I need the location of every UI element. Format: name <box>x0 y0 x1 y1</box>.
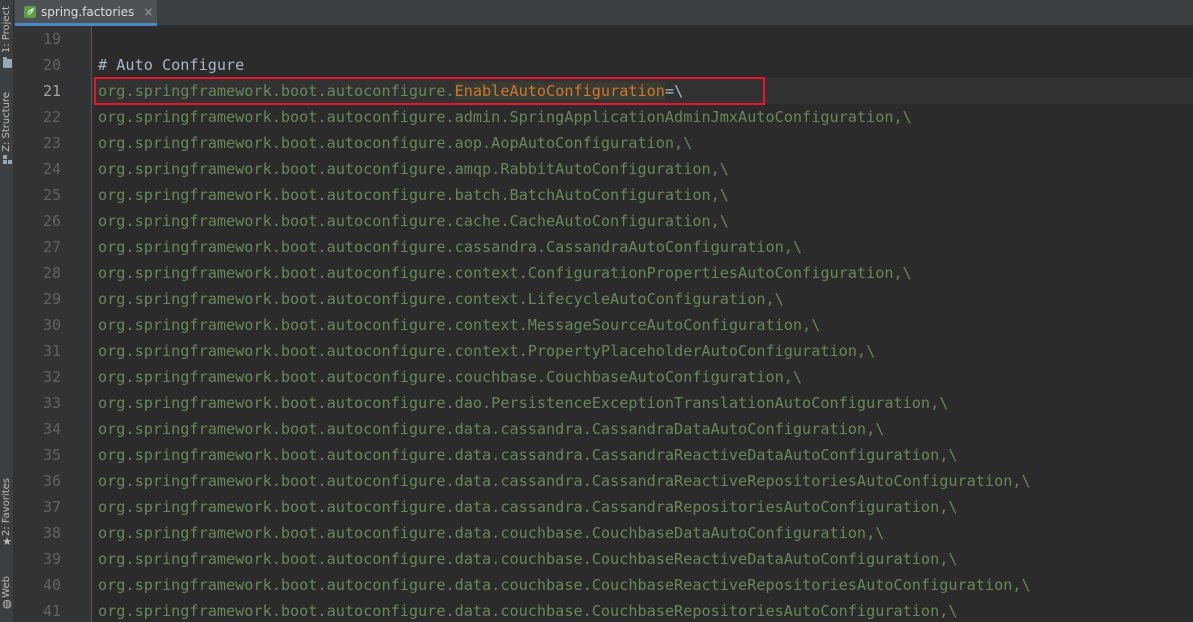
line-number: 20 <box>42 56 61 74</box>
property-key-package: org.springframework.boot.autoconfigure. <box>98 82 455 100</box>
line-number: 38 <box>42 524 61 542</box>
editor-tab-bar: spring.factories × <box>14 0 1193 26</box>
structure-icon <box>2 154 12 164</box>
line-number: 40 <box>42 576 61 594</box>
favorites-tab-label: 2: Favorites <box>1 478 12 537</box>
project-tool-tab[interactable]: 1: Project <box>0 6 14 69</box>
code-line[interactable]: org.springframework.boot.autoconfigure.d… <box>92 442 1193 468</box>
spring-leaf-icon <box>24 5 36 18</box>
code-line[interactable]: org.springframework.boot.autoconfigure.d… <box>92 468 1193 494</box>
favorites-tool-tab[interactable]: 2: Favorites ★ <box>0 478 14 547</box>
web-tool-tab[interactable]: Web ◍ <box>0 576 14 609</box>
code-line[interactable]: org.springframework.boot.autoconfigure.c… <box>92 364 1193 390</box>
code-line-empty[interactable] <box>92 26 1193 52</box>
code-line-comment[interactable]: # Auto Configure <box>92 52 1193 78</box>
code-line[interactable]: org.springframework.boot.autoconfigure.c… <box>92 208 1193 234</box>
folder-icon <box>2 57 12 69</box>
line-number: 29 <box>42 290 61 308</box>
code-line[interactable]: org.springframework.boot.autoconfigure.d… <box>92 416 1193 442</box>
code-lines[interactable]: # Auto Configure org.springframework.boo… <box>92 26 1193 622</box>
project-tab-label: 1: Project <box>1 6 12 54</box>
code-line[interactable]: org.springframework.boot.autoconfigure.a… <box>92 156 1193 182</box>
editor-tab-spring-factories[interactable]: spring.factories × <box>15 0 157 26</box>
line-number: 26 <box>42 212 61 230</box>
structure-tool-tab[interactable]: Z: Structure <box>0 92 14 164</box>
line-number: 37 <box>42 498 61 516</box>
code-line[interactable]: org.springframework.boot.autoconfigure.d… <box>92 390 1193 416</box>
code-line[interactable]: org.springframework.boot.autoconfigure.d… <box>92 520 1193 546</box>
highlighted-class-name: EnableAutoConfiguration <box>454 82 665 100</box>
code-line[interactable]: org.springframework.boot.autoconfigure.d… <box>92 494 1193 520</box>
star-icon: ★ <box>2 535 12 549</box>
line-numbers: 19 20 21 22 23 24 25 26 27 28 29 30 31 3… <box>14 26 74 622</box>
line-number: 27 <box>42 238 61 256</box>
structure-tab-label: Z: Structure <box>1 92 12 152</box>
web-tab-label: Web <box>1 576 12 598</box>
line-number: 31 <box>42 342 61 360</box>
line-number: 21 <box>42 82 61 100</box>
line-number: 19 <box>42 30 61 48</box>
code-line-enable-auto-configuration[interactable]: org.springframework.boot.autoconfigure.E… <box>92 78 1193 104</box>
code-line[interactable]: org.springframework.boot.autoconfigure.a… <box>92 130 1193 156</box>
editor-tab-label: spring.factories <box>41 4 135 19</box>
code-line[interactable]: org.springframework.boot.autoconfigure.c… <box>92 234 1193 260</box>
property-assignment: =\ <box>664 82 684 100</box>
close-tab-icon[interactable]: × <box>143 6 153 18</box>
code-line[interactable]: org.springframework.boot.autoconfigure.c… <box>92 286 1193 312</box>
code-line[interactable]: org.springframework.boot.autoconfigure.c… <box>92 312 1193 338</box>
code-line[interactable]: org.springframework.boot.autoconfigure.d… <box>92 598 1193 622</box>
code-line[interactable]: org.springframework.boot.autoconfigure.d… <box>92 546 1193 572</box>
line-number: 39 <box>42 550 61 568</box>
line-number: 33 <box>42 394 61 412</box>
code-line[interactable]: org.springframework.boot.autoconfigure.c… <box>92 338 1193 364</box>
code-line[interactable]: org.springframework.boot.autoconfigure.c… <box>92 260 1193 286</box>
line-number: 32 <box>42 368 61 386</box>
line-number: 24 <box>42 160 61 178</box>
tool-window-strip: 1: Project Z: Structure 2: Favorites ★ W… <box>0 0 14 622</box>
line-number: 28 <box>42 264 61 282</box>
line-number: 23 <box>42 134 61 152</box>
line-number: 22 <box>42 108 61 126</box>
line-number: 30 <box>42 316 61 334</box>
code-line[interactable]: org.springframework.boot.autoconfigure.b… <box>92 182 1193 208</box>
line-number: 35 <box>42 446 61 464</box>
line-number: 34 <box>42 420 61 438</box>
line-number: 36 <box>42 472 61 490</box>
code-line[interactable]: org.springframework.boot.autoconfigure.d… <box>92 572 1193 598</box>
globe-icon: ◍ <box>2 596 12 610</box>
line-number: 25 <box>42 186 61 204</box>
code-line[interactable]: org.springframework.boot.autoconfigure.a… <box>92 104 1193 130</box>
line-number: 41 <box>42 602 61 620</box>
